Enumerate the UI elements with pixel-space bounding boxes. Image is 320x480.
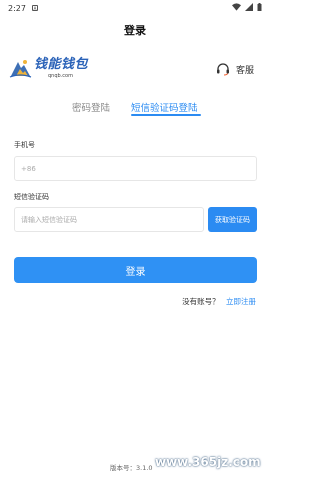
app-logo: 钱能钱包 qnqb.com — [8, 56, 88, 80]
battery-icon — [257, 3, 262, 11]
login-mode-tabs: 密码登陆 短信验证码登陆 — [0, 100, 270, 120]
logo-name: 钱能钱包 — [34, 56, 89, 72]
tab-password-login[interactable]: 密码登陆 — [72, 100, 110, 114]
status-bar: 2:27 A — [0, 0, 270, 16]
sms-code-input[interactable]: 请输入短信验证码 — [14, 207, 204, 232]
customer-service-button[interactable]: 客服 — [216, 62, 254, 76]
login-screen: 2:27 A 登录 钱能钱包 qnqb.com 客服 密码登陆 短信验证码登陆 … — [0, 0, 270, 480]
login-button[interactable]: 登录 — [14, 257, 257, 283]
watermark: www.365jz.com — [155, 455, 261, 469]
customer-service-label: 客服 — [235, 65, 254, 76]
wallet-logo-icon — [9, 60, 32, 78]
logo-domain: qnqb.com — [48, 72, 73, 79]
version-label: 版本号：3.1.0 — [110, 464, 153, 472]
tab-sms-login[interactable]: 短信验证码登陆 — [131, 100, 198, 114]
get-code-button[interactable]: 获取验证码 — [208, 207, 257, 232]
phone-label: 手机号 — [14, 141, 35, 149]
phone-input[interactable]: +86 — [14, 156, 257, 181]
no-account-text: 没有账号？ — [182, 297, 220, 306]
wifi-icon — [232, 3, 241, 11]
headset-icon — [216, 63, 229, 76]
status-indicators — [232, 3, 262, 11]
page-title: 登录 — [124, 24, 146, 37]
notification-icon: A — [31, 5, 38, 11]
status-time: 2:27 — [8, 3, 26, 13]
signal-icon — [245, 3, 253, 11]
sms-code-label: 短信验证码 — [14, 193, 49, 201]
register-link[interactable]: 立即注册 — [226, 297, 256, 306]
active-tab-indicator — [131, 114, 201, 116]
register-row: 没有账号？ 立即注册 — [182, 296, 256, 307]
